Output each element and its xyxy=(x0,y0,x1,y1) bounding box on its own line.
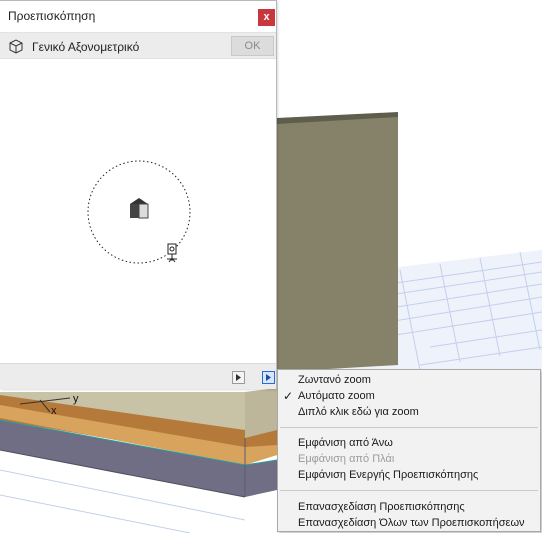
menu-item-double-click-zoom[interactable]: Διπλό κλικ εδώ για zoom xyxy=(298,406,419,418)
options-menu-button[interactable] xyxy=(262,371,275,384)
menu-item-live-zoom[interactable]: Ζωντανό zoom xyxy=(298,374,371,386)
preview-options-menu: ✓ Ζωντανό zoom Αυτόματο zoom Διπλό κλικ … xyxy=(277,369,541,532)
3d-slab xyxy=(0,388,278,498)
palette-footer xyxy=(0,363,276,389)
menu-item-show-from-top[interactable]: Εμφάνιση από Άνω xyxy=(298,437,393,449)
axis-y-label: y xyxy=(73,393,79,405)
menu-item-show-from-side: Εμφάνιση από Πλάι xyxy=(298,453,395,465)
axis-x-label: x xyxy=(51,405,57,417)
3d-wall xyxy=(277,112,398,372)
building-icon xyxy=(130,198,149,219)
view-bar: Γενικό Αξονομετρικό OK xyxy=(0,32,276,59)
menu-separator xyxy=(280,427,538,428)
menu-item-show-active-preview[interactable]: Εμφάνιση Ενεργής Προεπισκόπησης xyxy=(298,469,478,481)
ok-button[interactable]: OK xyxy=(231,36,274,56)
play-button[interactable] xyxy=(232,371,245,384)
menu-separator xyxy=(280,490,538,491)
camera-icon[interactable] xyxy=(167,243,177,263)
preview-area[interactable] xyxy=(0,59,276,362)
view-name-label: Γενικό Αξονομετρικό xyxy=(32,40,140,54)
palette-title: Προεπισκόπηση xyxy=(8,9,96,23)
check-icon: ✓ xyxy=(283,389,294,403)
menu-item-redraw-all-previews[interactable]: Επανασχεδίαση Όλων των Προεπισκοπήσεων xyxy=(298,517,525,529)
cube-icon xyxy=(9,39,23,54)
menu-item-auto-zoom[interactable]: Αυτόματο zoom xyxy=(298,390,375,402)
menu-item-redraw-preview[interactable]: Επανασχεδίαση Προεπισκόπησης xyxy=(298,501,465,513)
preview-palette: Προεπισκόπηση x Γενικό Αξονομετρικό OK xyxy=(0,0,277,389)
close-button[interactable]: x xyxy=(258,9,275,26)
palette-title-bar[interactable]: Προεπισκόπηση x xyxy=(0,1,276,32)
